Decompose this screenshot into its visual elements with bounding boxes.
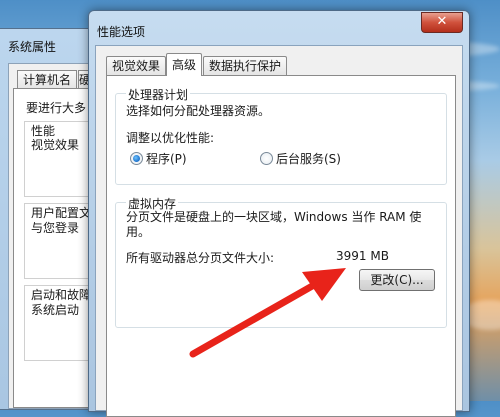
close-button[interactable]: ✕ [421, 12, 463, 33]
close-icon: ✕ [436, 14, 448, 29]
performance-options-title: 性能选项 [97, 25, 146, 39]
virtual-memory-description: 分页文件是硬盘上的一块区域，Windows 当作 RAM 使用。 [126, 210, 422, 239]
change-button[interactable]: 更改(C)... [359, 269, 435, 291]
performance-options-window: 性能选项 ✕ 视觉效果 高级 数据执行保护 处理器计划 选择如何分配处理器资源。… [88, 10, 470, 417]
admin-note-text: 要进行大多 [26, 101, 87, 115]
virtual-memory-group: 虚拟内存 分页文件是硬盘上的一块区域，Windows 当作 RAM 使用。 所有… [115, 195, 447, 328]
tab-data-execution-prevention[interactable]: 数据执行保护 [203, 56, 288, 76]
tab-visual-effects[interactable]: 视觉效果 [106, 56, 167, 76]
paging-file-total-value: 3991 MB [336, 249, 389, 263]
programs-radio[interactable] [130, 152, 143, 165]
system-properties-tabs: 计算机名 硬 [17, 70, 91, 89]
processor-scheduling-group: 处理器计划 选择如何分配处理器资源。 调整以优化性能: 程序(P) 后台服务(S… [115, 86, 447, 185]
background-services-radio-label[interactable]: 后台服务(S) [276, 150, 341, 167]
performance-description: 视觉效果 [31, 138, 80, 152]
performance-options-tabs: 视觉效果 高级 数据执行保护 [106, 53, 288, 76]
optimize-performance-label: 调整以优化性能: [126, 131, 215, 145]
processor-scheduling-description: 选择如何分配处理器资源。 [126, 104, 271, 118]
startup-recovery-description: 系统启动 [31, 303, 80, 317]
paging-file-total-label: 所有驱动器总分页文件大小: [126, 251, 275, 265]
system-properties-title: 系统属性 [8, 40, 57, 54]
programs-radio-label[interactable]: 程序(P) [146, 150, 187, 167]
background-services-radio[interactable] [260, 152, 273, 165]
user-profiles-description: 与您登录 [31, 221, 80, 235]
tab-computer-name[interactable]: 计算机名 [17, 70, 78, 89]
processor-scheduling-legend: 处理器计划 [126, 86, 191, 103]
performance-options-client: 视觉效果 高级 数据执行保护 处理器计划 选择如何分配处理器资源。 调整以优化性… [95, 45, 463, 417]
tab-advanced[interactable]: 高级 [166, 53, 203, 76]
advanced-tab-panel: 处理器计划 选择如何分配处理器资源。 调整以优化性能: 程序(P) 后台服务(S… [106, 75, 456, 417]
